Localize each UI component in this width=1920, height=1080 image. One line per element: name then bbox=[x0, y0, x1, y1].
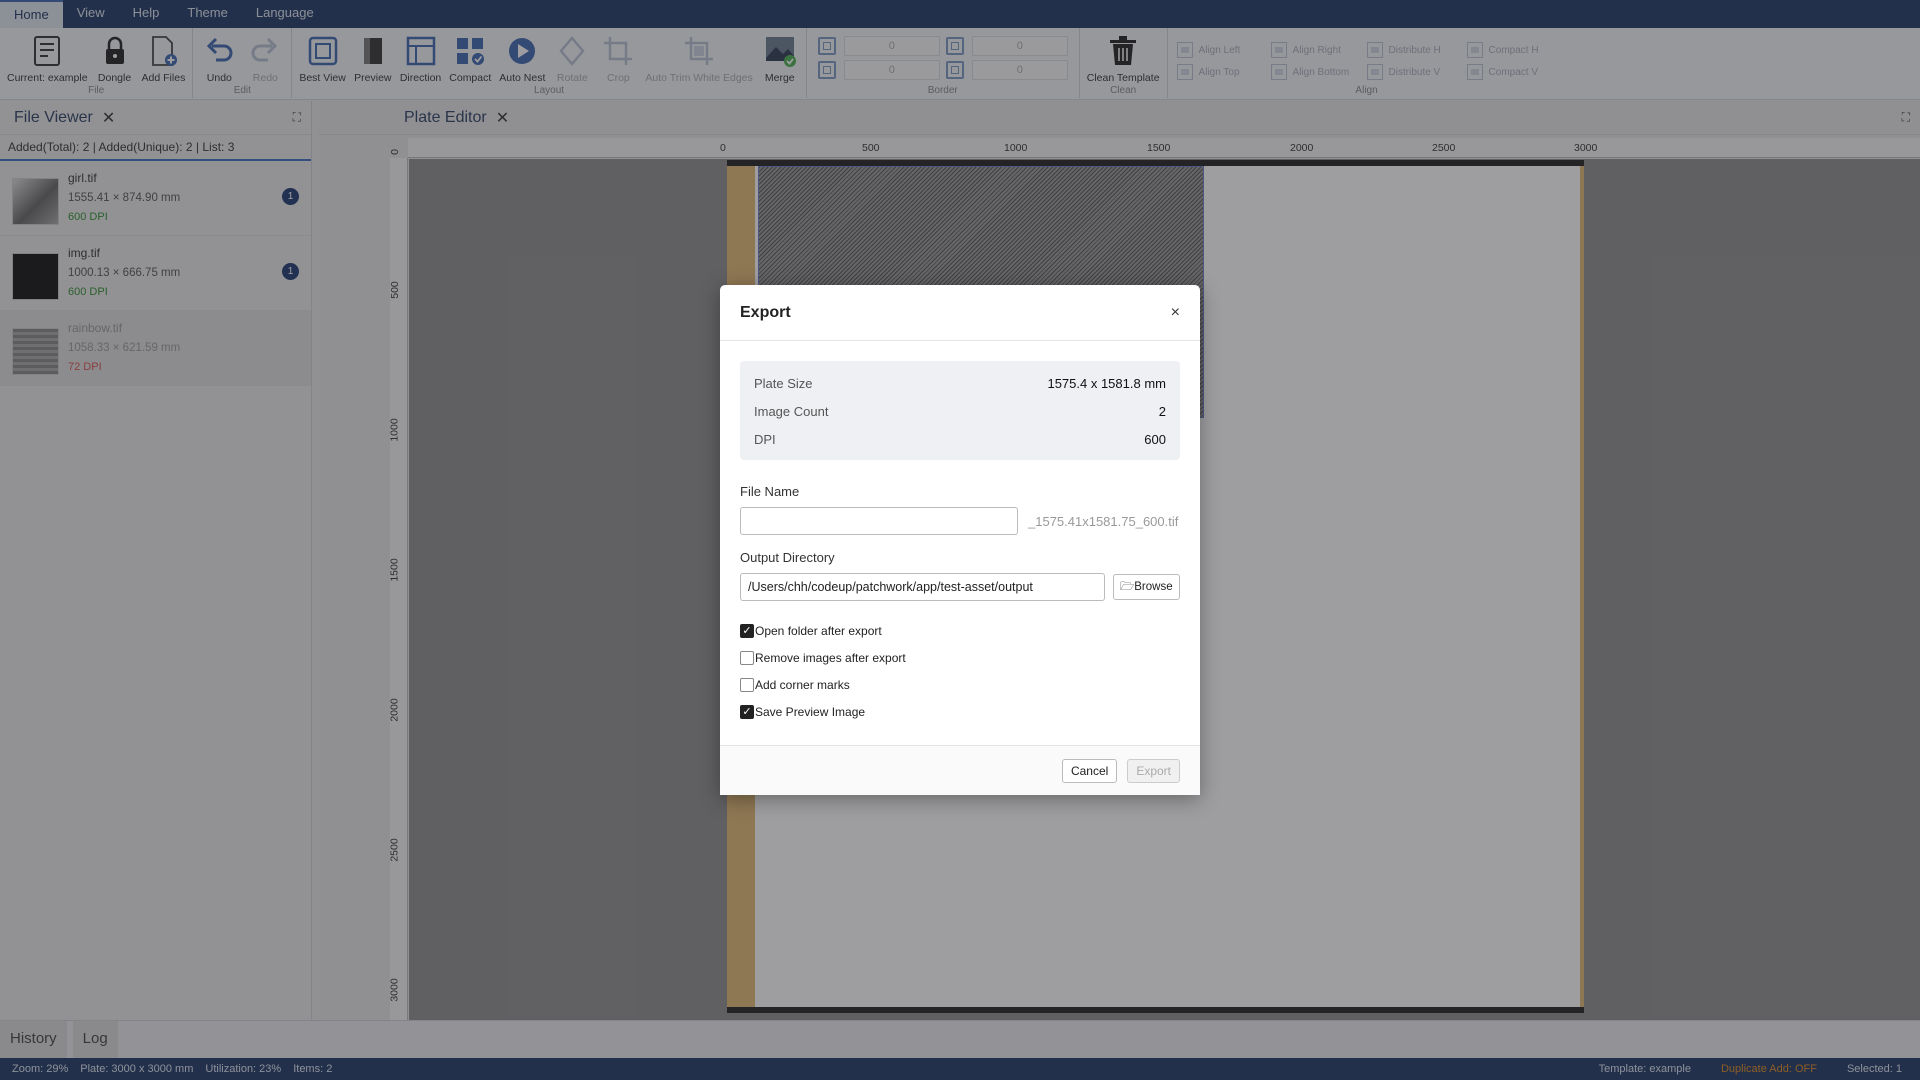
checkbox-checked: ✓ bbox=[740, 623, 754, 638]
info-key: Image Count bbox=[754, 403, 829, 419]
info-key: Plate Size bbox=[754, 375, 813, 391]
file-name-suffix: _1575.41x1581.75_600.tif bbox=[1028, 513, 1179, 529]
save-preview-checkbox[interactable]: ✓ Save Preview Image bbox=[740, 698, 1180, 725]
checkbox-unchecked bbox=[740, 677, 754, 692]
checkbox-label: Remove images after export bbox=[755, 650, 906, 665]
info-value: 2 bbox=[1158, 403, 1166, 419]
checkbox-label: Add corner marks bbox=[755, 677, 850, 692]
export-info: Plate Size 1575.4 x 1581.8 mm Image Count… bbox=[740, 361, 1180, 460]
info-row: Image Count 2 bbox=[754, 397, 1166, 425]
output-dir-input[interactable]: /Users/chh/codeup/patchwork/app/test-ass… bbox=[740, 573, 1105, 601]
file-name-row: _1575.41x1581.75_600.tif bbox=[740, 507, 1180, 535]
info-row: DPI 600 bbox=[754, 425, 1166, 453]
file-name-input[interactable] bbox=[740, 507, 1018, 535]
browse-label: Browse bbox=[1134, 581, 1173, 593]
open-folder-checkbox[interactable]: ✓ Open folder after export bbox=[740, 617, 1180, 644]
dialog-title: Export bbox=[740, 303, 791, 321]
info-value: 1575.4 x 1581.8 mm bbox=[1047, 375, 1166, 391]
checkbox-unchecked bbox=[740, 650, 754, 665]
remove-images-checkbox[interactable]: Remove images after export bbox=[740, 644, 1180, 671]
cancel-button[interactable]: Cancel bbox=[1061, 758, 1118, 783]
info-key: DPI bbox=[754, 431, 776, 447]
checkbox-label: Save Preview Image bbox=[755, 704, 866, 719]
browse-button[interactable]: 🗁Browse bbox=[1113, 574, 1180, 600]
dialog-header: Export × bbox=[720, 285, 1200, 341]
checkbox-label: Open folder after export bbox=[755, 623, 882, 638]
close-icon[interactable]: × bbox=[1171, 304, 1180, 322]
corner-marks-checkbox[interactable]: Add corner marks bbox=[740, 671, 1180, 698]
info-row: Plate Size 1575.4 x 1581.8 mm bbox=[754, 369, 1166, 397]
file-name-label: File Name bbox=[740, 484, 800, 499]
folder-icon: 🗁 bbox=[1120, 581, 1135, 593]
output-dir-row: /Users/chh/codeup/patchwork/app/test-ass… bbox=[740, 573, 1180, 601]
export-dialog: Export × Plate Size 1575.4 x 1581.8 mm Im… bbox=[720, 285, 1200, 795]
export-button[interactable]: Export bbox=[1127, 758, 1180, 783]
info-value: 600 bbox=[1144, 431, 1166, 447]
output-dir-label: Output Directory bbox=[740, 550, 835, 565]
dialog-footer: Cancel Export bbox=[720, 745, 1200, 795]
checkbox-checked: ✓ bbox=[740, 704, 754, 719]
